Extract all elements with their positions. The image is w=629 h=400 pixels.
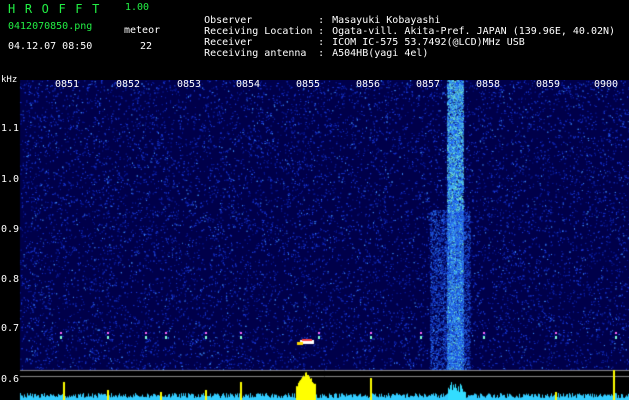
time-label: 0852 [116,79,141,90]
info-key: Receiving antenna [204,48,307,59]
info-value: A504HB(yagi 4el) [332,48,429,59]
spectrogram-canvas [0,80,629,400]
hrofft-screen: HROFFT 1.00 0412070850.png meteor 04.12.… [0,0,629,400]
time-label: 0853 [177,79,202,90]
info-separator: : [318,48,325,59]
time-label: 0858 [476,79,501,90]
frequency-label: 1.1 [1,123,20,134]
time-label: 0857 [416,79,441,90]
observation-datetime: 04.12.07 08:50 [8,41,93,52]
time-label: 0856 [356,79,381,90]
time-label: 0851 [55,79,80,90]
meteor-count-value: 22 [140,41,153,52]
frequency-label: 0.7 [1,323,20,334]
time-label: 0855 [296,79,321,90]
time-label: 0859 [536,79,561,90]
meteor-count-label: meteor [124,25,161,36]
app-title: HROFFT [8,2,109,16]
frequency-label: 0.8 [1,274,20,285]
frequency-unit-label: kHz [1,75,18,85]
frequency-label: 0.6 [1,374,20,385]
image-filename: 0412070850.png [8,21,93,32]
frequency-label: 1.0 [1,174,20,185]
time-label: 0854 [236,79,261,90]
info-row-antenna: Receiving antenna: A504HB(yagi 4el) [180,39,428,69]
time-label: 0900 [594,79,619,90]
app-version: 1.00 [125,2,150,13]
frequency-label: 0.9 [1,224,20,235]
